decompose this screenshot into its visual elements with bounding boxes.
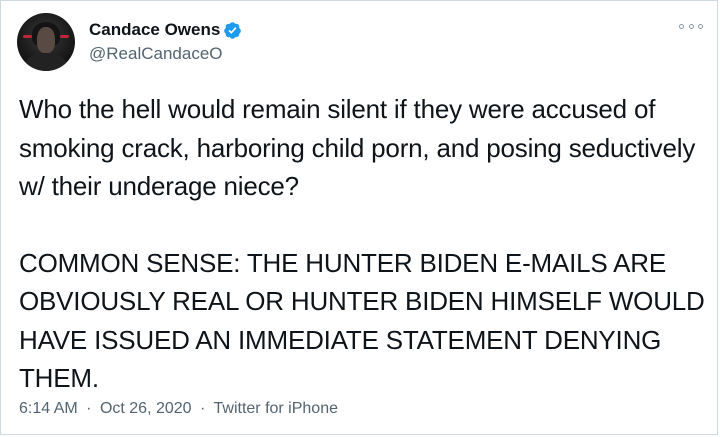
tweet-paragraph-2: COMMON SENSE: THE HUNTER BIDEN E-MAILS A… bbox=[19, 247, 705, 394]
display-name-row: Candace Owens bbox=[89, 19, 242, 41]
meta-separator: · bbox=[86, 400, 92, 417]
avatar[interactable] bbox=[17, 13, 75, 71]
avatar-accent-left bbox=[23, 35, 32, 38]
display-name[interactable]: Candace Owens bbox=[89, 19, 220, 41]
tweet-paragraph-1: Who the hell would remain silent if they… bbox=[19, 94, 696, 201]
tweet-source[interactable]: Twitter for iPhone bbox=[214, 400, 339, 417]
more-dot bbox=[688, 23, 694, 29]
tweet-text: Who the hell would remain silent if they… bbox=[19, 90, 709, 398]
tweet-date[interactable]: Oct 26, 2020 bbox=[100, 400, 192, 417]
more-options-icon[interactable] bbox=[679, 19, 703, 33]
tweet-header: Candace Owens @RealCandaceO bbox=[17, 12, 242, 72]
meta-separator: · bbox=[200, 400, 206, 417]
tweet-meta: 6:14 AM · Oct 26, 2020 · Twitter for iPh… bbox=[19, 399, 338, 419]
more-dot bbox=[679, 23, 684, 29]
author-handle[interactable]: @RealCandaceO bbox=[89, 43, 242, 65]
more-dot bbox=[698, 23, 703, 29]
avatar-shoulders bbox=[25, 53, 67, 71]
tweet-card: Candace Owens @RealCandaceO Who the hell… bbox=[0, 0, 718, 435]
avatar-face bbox=[37, 27, 55, 53]
verified-badge-icon bbox=[224, 21, 242, 39]
author-names: Candace Owens @RealCandaceO bbox=[89, 19, 242, 65]
tweet-time[interactable]: 6:14 AM bbox=[19, 400, 78, 417]
avatar-accent-right bbox=[60, 35, 69, 38]
